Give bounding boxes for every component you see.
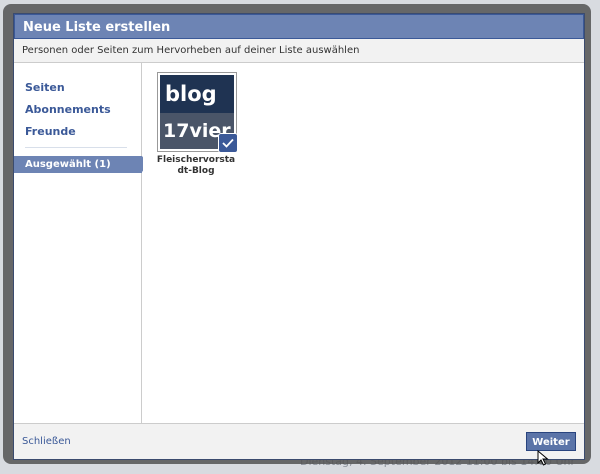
sidebar: Seiten Abonnements Freunde Ausgewählt (1… <box>14 63 148 424</box>
dialog-title: Neue Liste erstellen <box>14 14 584 39</box>
dialog-subheader: Personen oder Seiten zum Hervorheben auf… <box>14 39 584 63</box>
sidebar-item-selected[interactable]: Ausgewählt (1) <box>14 156 148 173</box>
sidebar-divider <box>25 147 127 148</box>
dialog-footer: Schließen Weiter <box>14 423 584 459</box>
checkmark-icon <box>218 133 238 153</box>
close-link[interactable]: Schließen <box>22 436 71 447</box>
create-list-dialog: Neue Liste erstellen Personen oder Seite… <box>13 13 585 460</box>
mouse-cursor-icon <box>537 449 549 466</box>
thumbnail-text-top: blog <box>160 75 234 113</box>
page-tile-label: Fleischervorsta dt-Blog <box>156 155 236 176</box>
next-button[interactable]: Weiter <box>526 432 576 451</box>
content-area: blog 17vier Fleischervorsta dt-Blog <box>143 63 584 424</box>
sidebar-item-subscriptions[interactable]: Abonnements <box>25 103 111 116</box>
sidebar-item-friends[interactable]: Freunde <box>25 125 76 138</box>
sidebar-item-pages[interactable]: Seiten <box>25 81 65 94</box>
page-tile[interactable]: blog 17vier <box>157 72 238 153</box>
dialog-body: Seiten Abonnements Freunde Ausgewählt (1… <box>14 63 584 424</box>
